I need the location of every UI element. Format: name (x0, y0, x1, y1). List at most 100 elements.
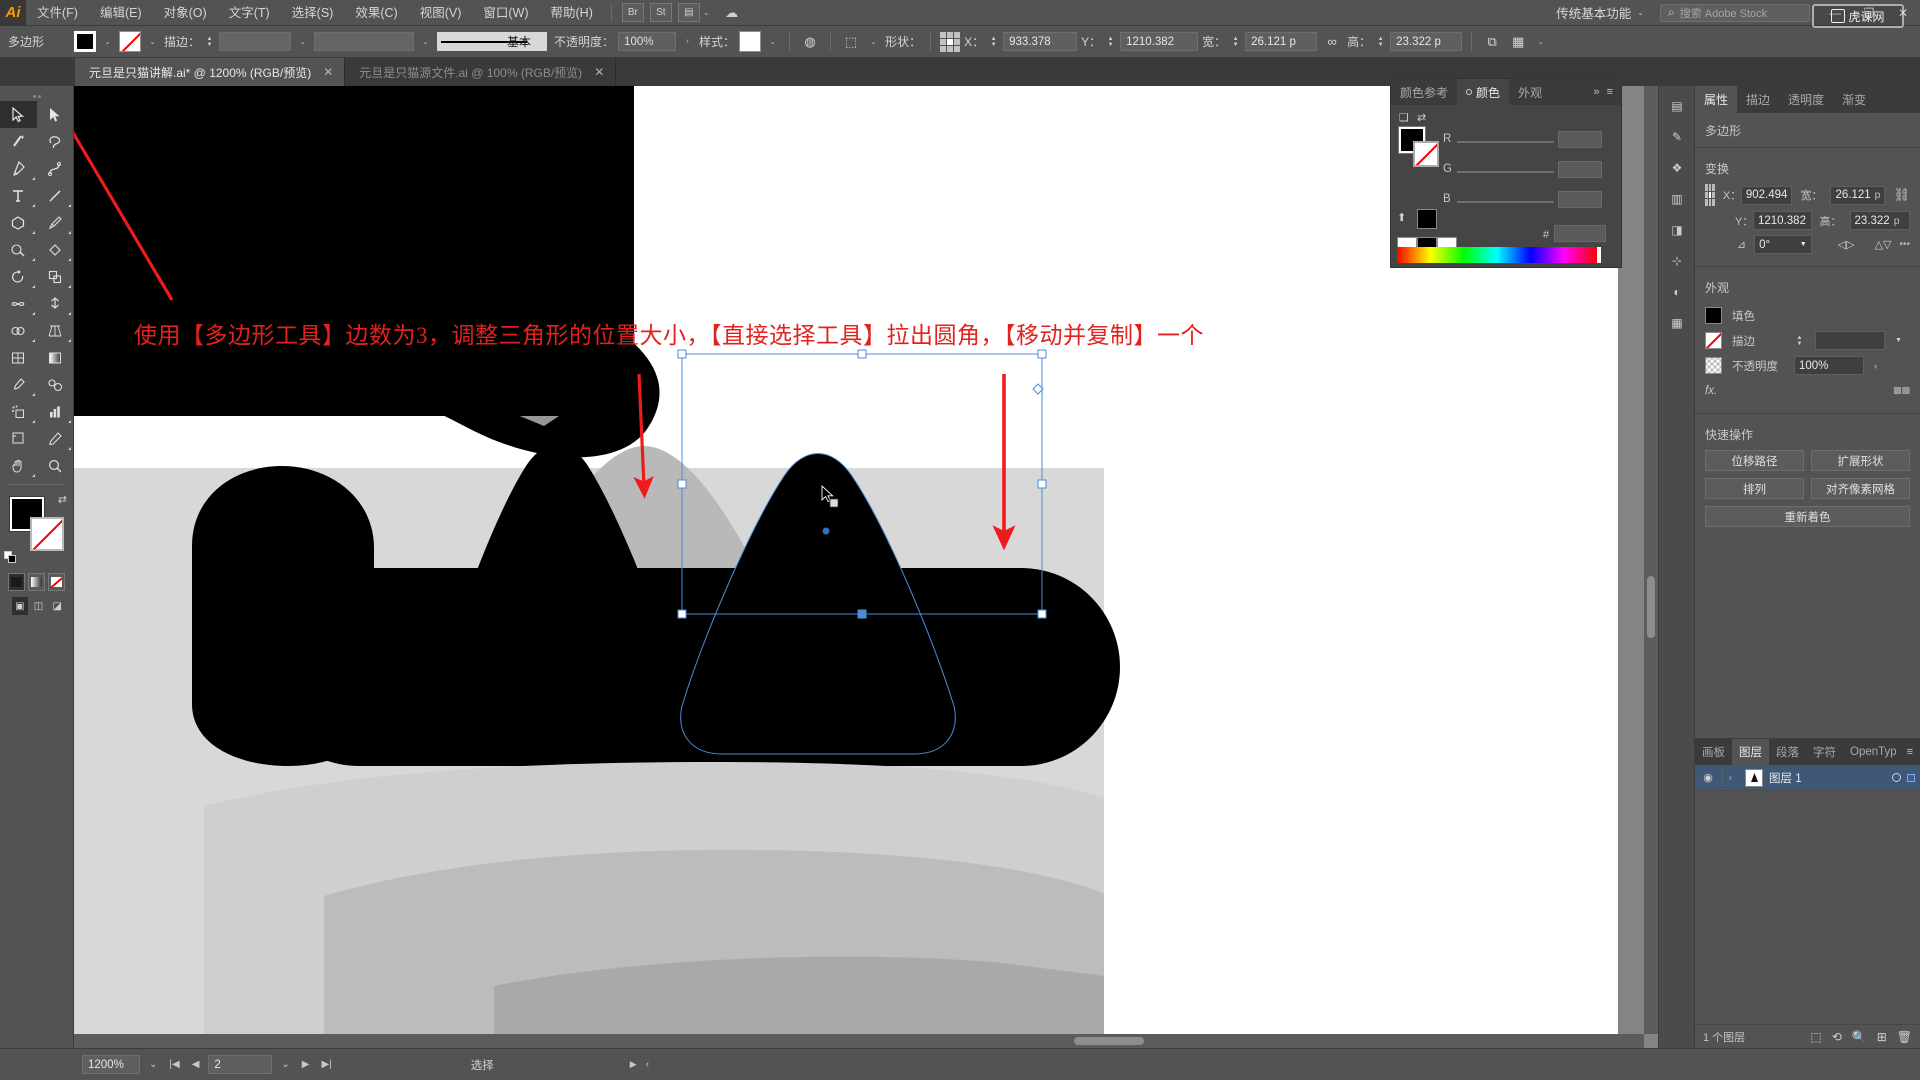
menu-edit[interactable]: 编辑(E) (89, 0, 153, 26)
type-tool[interactable] (0, 182, 37, 209)
zoom-caret-icon[interactable]: ⌄ (146, 1059, 160, 1070)
new-layer-icon[interactable]: ⊞ (1877, 1030, 1887, 1044)
properties-w-field[interactable]: 26.121 p (1830, 185, 1886, 205)
transform-more-options-icon[interactable]: ••• (1899, 239, 1910, 250)
zoom-tool[interactable] (37, 452, 74, 479)
appearance-stroke-caret-icon[interactable]: ▼ (1895, 337, 1902, 344)
bridge-icon[interactable]: Br (621, 3, 644, 22)
tab-color[interactable]: 颜色 (1457, 79, 1510, 105)
lasso-tool[interactable] (37, 128, 74, 155)
tab-artboards[interactable]: 画板 (1695, 739, 1732, 765)
tools-panel-grip[interactable] (0, 91, 73, 101)
menu-type[interactable]: 文字(T) (218, 0, 281, 26)
make-clipping-mask-icon[interactable]: ⟲ (1832, 1030, 1842, 1044)
flip-vertical-icon[interactable]: △▽ (1875, 238, 1892, 251)
variable-width-profile-field[interactable] (314, 32, 415, 51)
line-segment-tool[interactable] (37, 182, 74, 209)
align-caret-icon[interactable]: ⌄ (1533, 31, 1548, 52)
pen-tool[interactable] (0, 155, 37, 182)
rotate-angle-field[interactable]: 0° ▼ (1754, 235, 1812, 254)
select-similar-caret-icon[interactable]: ⌄ (866, 31, 881, 52)
swap-fill-stroke-icon[interactable]: ⇄ (58, 493, 67, 506)
fill-color-swatch[interactable] (73, 30, 97, 53)
polygon-tool[interactable] (0, 209, 37, 236)
stroke-weight-stepper[interactable]: ▲ ▼ (204, 32, 215, 51)
paintbrush-tool[interactable] (37, 209, 74, 236)
artboard-tool[interactable] (0, 425, 37, 452)
perspective-grid-tool[interactable] (37, 317, 74, 344)
menu-select[interactable]: 选择(S) (281, 0, 345, 26)
zoom-level-field[interactable]: 1200% (82, 1055, 140, 1074)
constrain-proportions-icon[interactable]: ∞ (1321, 31, 1343, 53)
layer-lock-column[interactable] (1722, 768, 1723, 787)
delete-layer-icon[interactable]: 🗑 (1897, 1030, 1912, 1044)
new-sublayer-icon[interactable]: 🔍 (1852, 1030, 1867, 1044)
arrange-button[interactable]: 排列 (1705, 478, 1804, 499)
transform-panel-icon[interactable]: ⧉ (1481, 31, 1503, 53)
channel-slider-r[interactable] (1457, 141, 1554, 143)
scale-tool[interactable] (37, 263, 74, 290)
default-fill-stroke-icon[interactable] (4, 551, 16, 563)
properties-reference-point-selector[interactable] (1705, 184, 1715, 206)
search-input[interactable]: ⌕ 搜索 Adobe Stock (1660, 3, 1810, 22)
reference-point-selector[interactable] (940, 31, 961, 52)
graphic-style-swatch[interactable] (739, 31, 762, 52)
workspace-caret-icon[interactable]: ⌄ (1637, 8, 1652, 17)
menu-object[interactable]: 对象(O) (153, 0, 218, 26)
appearance-opacity-flyout-icon[interactable]: › (1874, 361, 1877, 371)
appearance-stroke-stepper[interactable]: ▲ ▼ (1794, 331, 1805, 350)
height-field[interactable]: 23.322 p (1390, 32, 1463, 51)
tab-color-guide[interactable]: 颜色参考 (1391, 79, 1457, 105)
color-panel-swap-icon[interactable]: ⇄ (1417, 111, 1426, 124)
color-panel-stroke-swatch[interactable] (1413, 141, 1439, 167)
appearance-opacity-swatch[interactable] (1705, 357, 1722, 374)
blend-tool[interactable] (37, 371, 74, 398)
menu-file[interactable]: 文件(F) (26, 0, 89, 26)
arrange-documents-icon[interactable]: ▤ (677, 3, 700, 22)
color-panel-expand-icon[interactable]: » (1593, 86, 1599, 98)
graphic-style-caret-icon[interactable]: ⌄ (765, 31, 780, 52)
color-panel-menu-icon[interactable]: ≡ (1607, 86, 1613, 98)
hex-field[interactable] (1554, 225, 1606, 242)
curvature-tool[interactable] (37, 155, 74, 182)
opacity-mask-icon[interactable]: ◍ (799, 31, 821, 53)
layer-expand-icon[interactable]: › (1729, 773, 1739, 782)
layers-panel-menu-icon[interactable]: ≡ (1907, 746, 1920, 758)
canvas-vertical-scrollbar[interactable] (1644, 86, 1658, 1034)
layer-row-0[interactable]: ◉ › 图层 1 (1695, 765, 1920, 791)
swatches-icon[interactable]: ▦ (1659, 307, 1695, 338)
hand-tool[interactable] (0, 452, 37, 479)
channel-value-g[interactable] (1558, 161, 1602, 178)
fill-caret-icon[interactable]: ⌄ (100, 31, 115, 52)
color-mode-gradient-icon[interactable] (28, 573, 45, 591)
recolor-button[interactable]: 重新着色 (1705, 506, 1910, 527)
menu-effect[interactable]: 效果(C) (344, 0, 408, 26)
artboard-number-field[interactable]: 2 (208, 1055, 273, 1074)
tab-appearance[interactable]: 外观 (1509, 79, 1551, 105)
magic-wand-tool[interactable] (0, 128, 37, 155)
pathfinder-icon[interactable]: ◨ (1659, 214, 1695, 245)
last-artboard-icon[interactable]: ▶| (318, 1059, 334, 1070)
layer-visibility-icon[interactable]: ◉ (1700, 771, 1716, 784)
x-stepper[interactable]: ▲ ▼ (988, 32, 999, 51)
locate-object-icon[interactable]: ⬚ (1810, 1030, 1821, 1044)
y-field[interactable]: 1210.382 (1120, 32, 1199, 51)
document-tab-1-close-icon[interactable]: ✕ (594, 65, 604, 79)
stroke-weight-field[interactable] (219, 32, 292, 51)
appearance-stroke-weight-field[interactable] (1815, 331, 1885, 350)
color-panel-up-arrow-icon[interactable]: ⬆ (1397, 211, 1406, 224)
color-panel-fillstroke-toggle-icon[interactable]: ❏ (1399, 111, 1409, 124)
appearance-stroke-swatch[interactable] (1705, 332, 1722, 349)
document-tab-0-close-icon[interactable]: ✕ (323, 65, 333, 79)
stroke-weight-caret-icon[interactable]: ⌄ (295, 31, 310, 52)
y-stepper[interactable]: ▲ ▼ (1105, 32, 1116, 51)
tab-layers[interactable]: 图层 (1732, 739, 1769, 765)
screen-mode-full-icon[interactable]: ◪ (49, 597, 65, 615)
horizontal-scroll-thumb[interactable] (1074, 1037, 1144, 1045)
direct-selection-tool[interactable] (37, 101, 74, 128)
menu-view[interactable]: 视图(V) (409, 0, 473, 26)
properties-constrain-icon[interactable]: ⛓ (1893, 187, 1910, 203)
transform-icon[interactable]: ⊹ (1659, 245, 1695, 276)
stroke-caret-icon[interactable]: ⌄ (145, 31, 160, 52)
width-stepper[interactable]: ▲ ▼ (1230, 32, 1241, 51)
